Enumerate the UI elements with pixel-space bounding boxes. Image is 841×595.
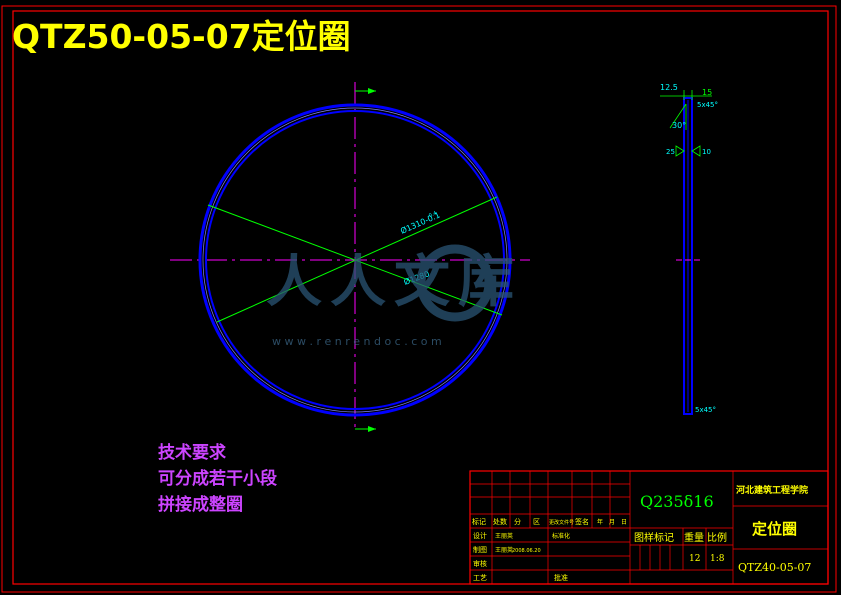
- col-header-year: 年: [597, 518, 603, 526]
- weight-value: 12: [689, 554, 700, 564]
- axis-arrowhead-bottom: [368, 426, 376, 432]
- drawing-number: QTZ40-05-07: [738, 561, 811, 574]
- process-label: 工艺: [473, 574, 487, 582]
- stage-label: 图样标记: [634, 531, 674, 544]
- design-label: 设计: [473, 531, 487, 540]
- col-header-day: 日: [621, 519, 627, 526]
- scale-value: 1:8: [710, 554, 725, 564]
- draw-date: 2008.06.20: [512, 548, 541, 554]
- axis-arrowhead-top: [368, 88, 376, 94]
- tech-req-line-1: 可分成若干小段: [158, 468, 277, 489]
- col-header-count: 处数: [493, 517, 507, 526]
- draw-label: 制图: [473, 545, 487, 554]
- watermark: 人人文库 w w w . r e n r e n d o c . c o m: [266, 244, 522, 348]
- col-header-month: 月: [609, 519, 615, 526]
- col-header-div: 分: [514, 517, 521, 526]
- title-block: Q235δ16 河北建筑工程学院 定位圈 QTZ40-05-07 标记 处数 分…: [469, 470, 829, 585]
- draw-name: 王丽英: [495, 546, 513, 554]
- col-header-sign: 签名: [575, 517, 589, 526]
- design-name: 王丽英: [495, 532, 513, 540]
- watermark-text: 人人文库: [266, 250, 522, 315]
- top-right-dimension: 15: [702, 88, 712, 97]
- weld-symbol-left-icon: [675, 145, 685, 157]
- weld-left-label: 25: [666, 148, 675, 156]
- top-left-dimension: 12.5: [660, 83, 678, 92]
- watermark-url: w w w . r e n r e n d o c . c o m: [272, 335, 442, 348]
- col-header-change-doc: 更改文件号: [549, 519, 574, 526]
- drawing-canvas: QTZ50-05-07定位圈 Ø1310-0.1 -0.4 Ø1280 人人文库…: [1, 5, 837, 593]
- review-label: 审核: [473, 559, 487, 568]
- weld-right-label: 10: [702, 148, 711, 156]
- col-header-zone: 区: [533, 518, 540, 526]
- tech-req-heading: 技术要求: [158, 442, 226, 463]
- tech-req-line-2: 拼接成整圈: [158, 494, 243, 515]
- weld-symbol-right-icon: [691, 145, 701, 157]
- scale-label: 比例: [707, 531, 727, 544]
- approve-label: 批准: [554, 573, 568, 582]
- chamfer-bottom-label: 5x45°: [695, 406, 716, 414]
- school-name: 河北建筑工程学院: [736, 484, 808, 496]
- drawing-title: QTZ50-05-07定位圈: [12, 17, 351, 56]
- weight-label: 重量: [684, 531, 704, 544]
- chamfer-top-label: 5x45°: [697, 101, 718, 109]
- angle-label: 30°: [672, 121, 686, 130]
- part-name: 定位圈: [752, 520, 797, 538]
- std-label: 标准化: [552, 532, 570, 540]
- col-header-mark: 标记: [472, 517, 486, 526]
- material-label: Q235δ16: [640, 492, 714, 511]
